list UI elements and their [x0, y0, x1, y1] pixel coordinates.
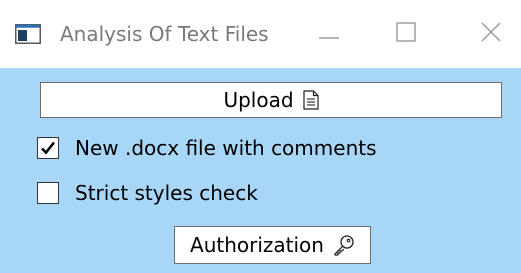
client-area: Upload New .docx file with comments Stri… [0, 68, 521, 273]
checkmark-icon [41, 141, 56, 155]
key-icon [333, 234, 355, 256]
close-button[interactable] [467, 14, 515, 54]
app-window: Analysis Of Text Files Upload New .docx … [0, 0, 521, 273]
docx-comments-label: New .docx file with comments [75, 136, 377, 160]
title-bar[interactable]: Analysis Of Text Files [0, 0, 521, 68]
option-strict-styles[interactable]: Strict styles check [37, 181, 258, 205]
maximize-button[interactable] [382, 14, 430, 54]
upload-button[interactable]: Upload [40, 82, 502, 118]
authorization-button-label: Authorization [190, 233, 324, 257]
app-window-icon [15, 24, 41, 44]
authorization-button[interactable]: Authorization [174, 226, 371, 264]
upload-button-label: Upload [223, 88, 294, 112]
option-docx-comments[interactable]: New .docx file with comments [37, 136, 377, 160]
docx-comments-checkbox[interactable] [37, 137, 59, 159]
strict-styles-checkbox[interactable] [37, 182, 59, 204]
minimize-button[interactable] [305, 14, 353, 54]
window-title: Analysis Of Text Files [60, 22, 269, 46]
minimize-icon [318, 25, 340, 44]
strict-styles-label: Strict styles check [75, 181, 258, 205]
document-icon [302, 90, 319, 110]
maximize-icon [396, 22, 416, 46]
close-icon [481, 22, 501, 46]
